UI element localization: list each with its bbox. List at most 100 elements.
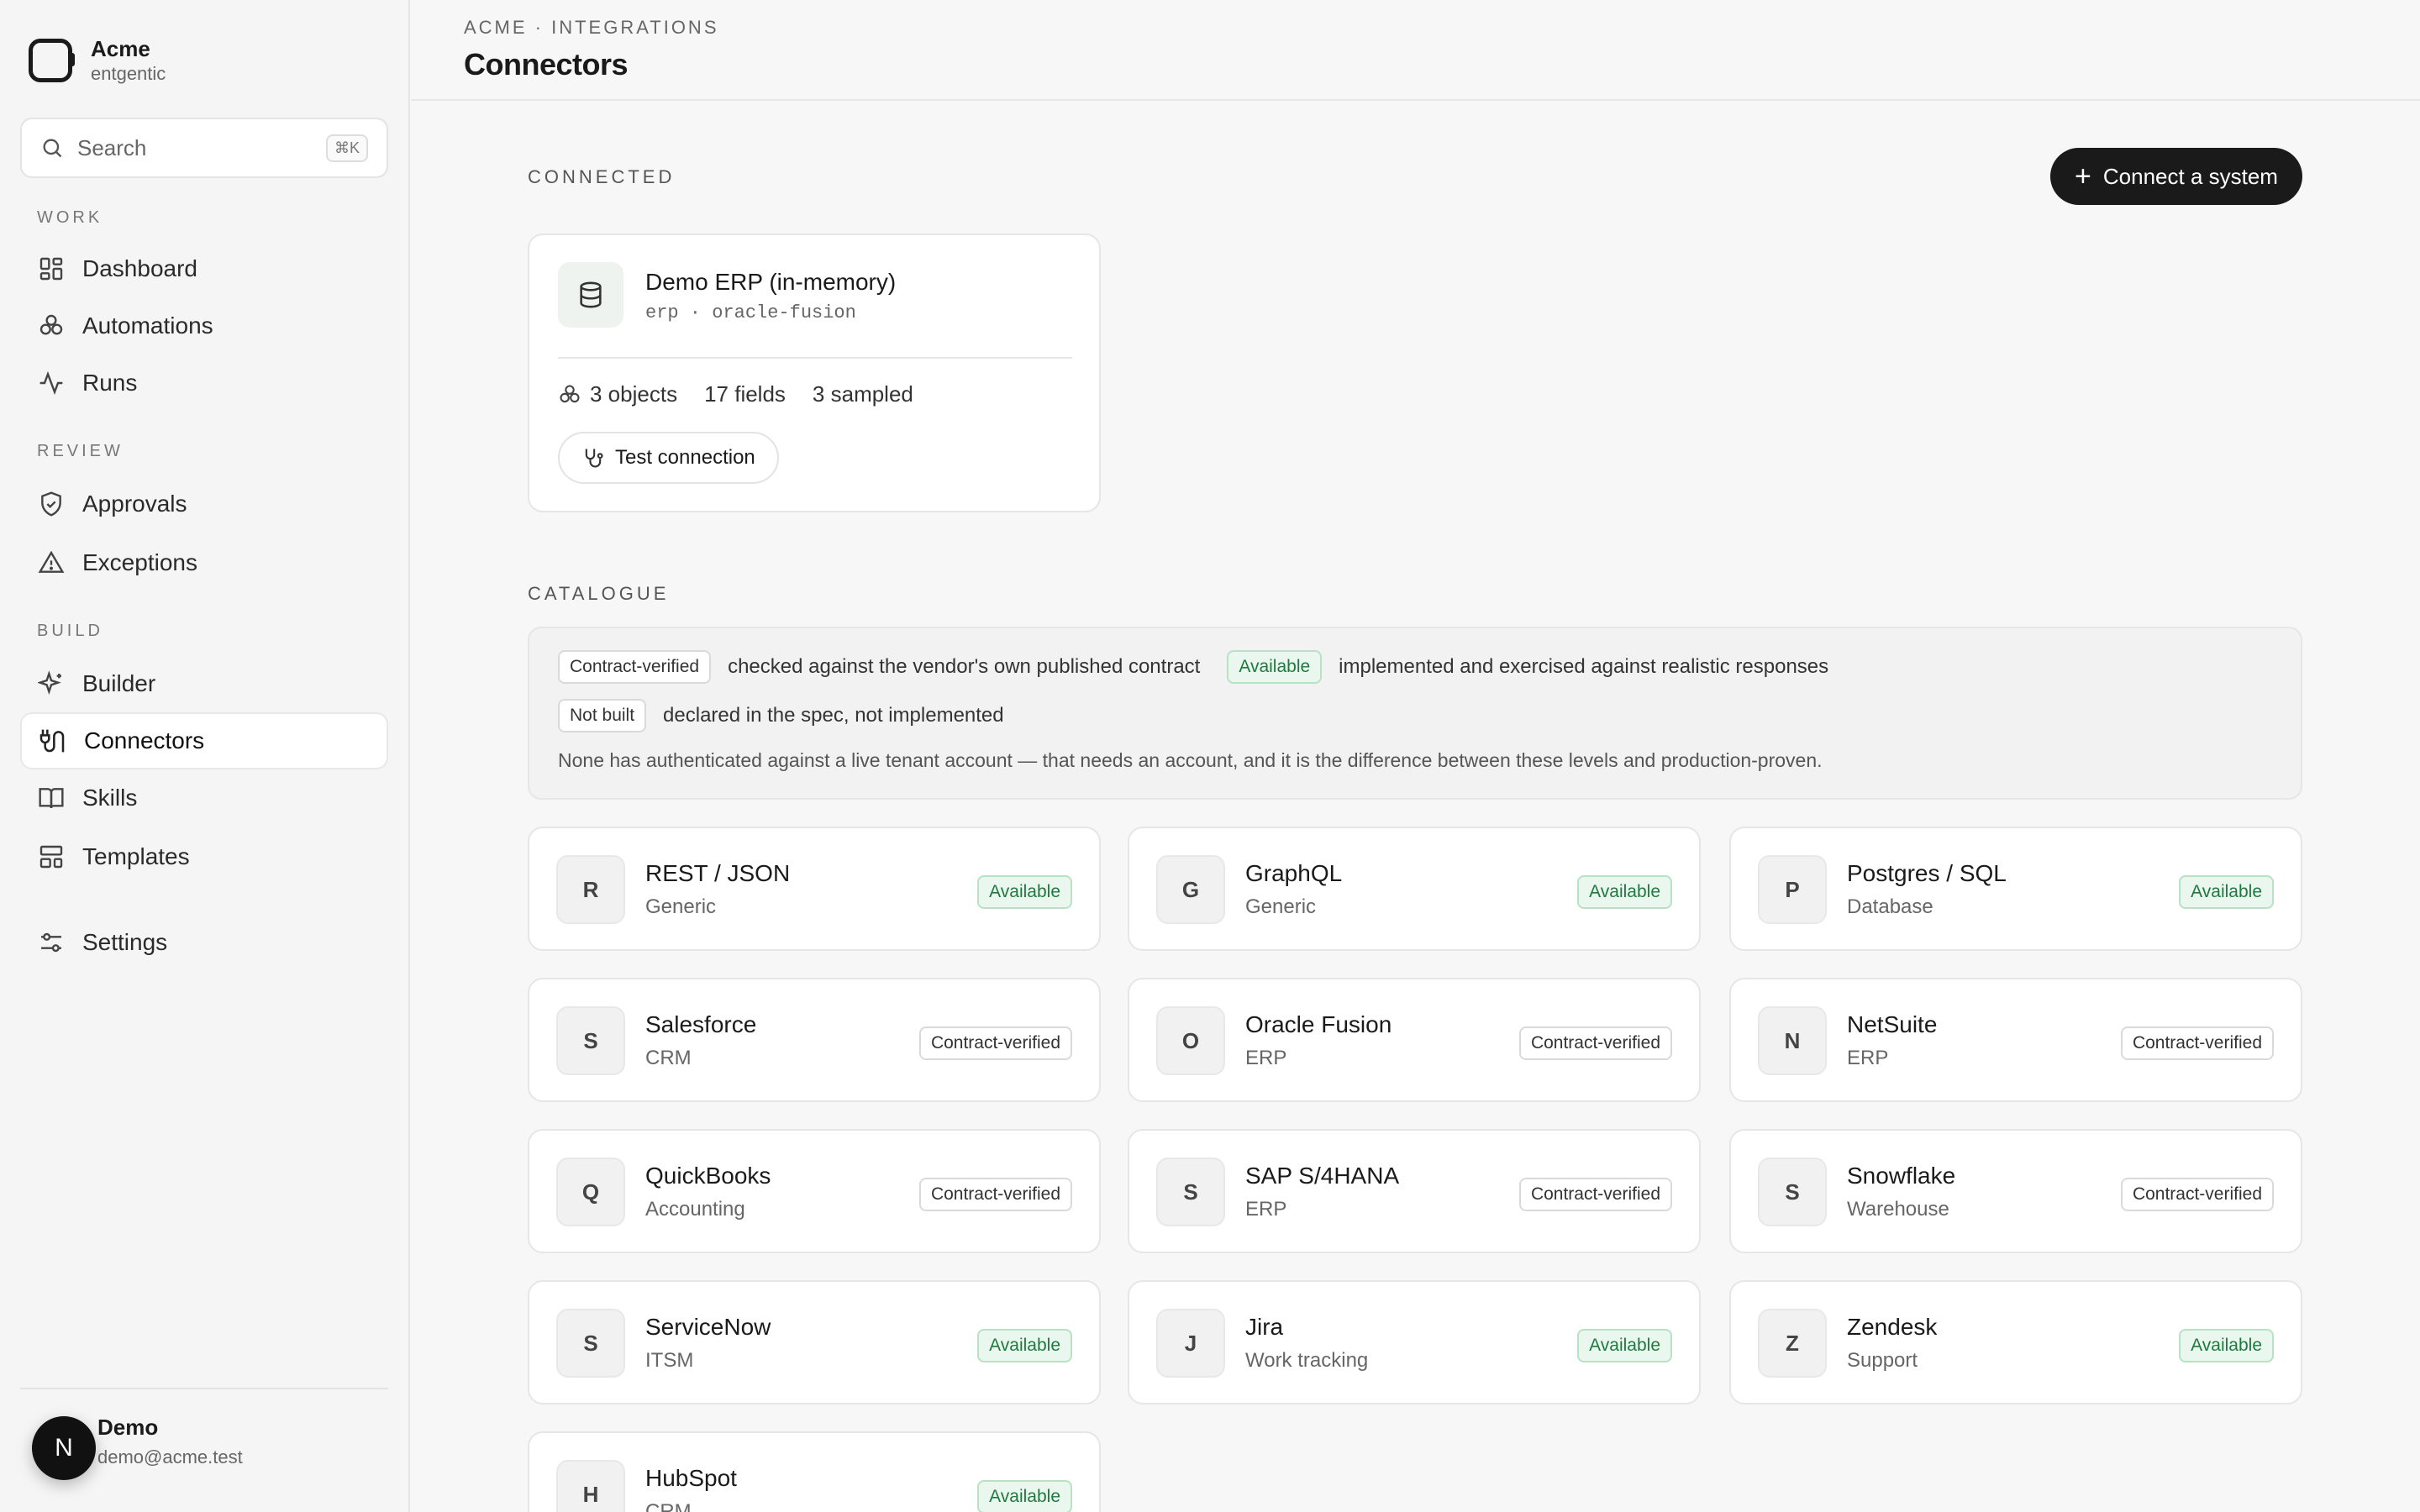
test-connection-button[interactable]: Test connection [558, 432, 779, 484]
connection-title: Demo ERP (in-memory) [645, 269, 897, 295]
status-badge: Available [2179, 1329, 2274, 1362]
sidebar-item-label: Builder [82, 670, 156, 696]
plug-icon [39, 727, 67, 755]
connector-initial: O [1156, 1006, 1225, 1075]
connector-card[interactable]: R REST / JSON Generic Available [528, 827, 1101, 951]
connector-card[interactable]: S Snowflake Warehouse Contract-verified [1729, 1129, 2302, 1253]
sidebar-item-skills[interactable]: Skills [20, 769, 388, 827]
section-label-work: WORK [37, 208, 103, 227]
connect-system-button[interactable]: + Connect a system [2050, 148, 2302, 205]
connector-category: ERP [1245, 1198, 1287, 1221]
connector-category: Generic [1245, 895, 1317, 918]
connector-initial: S [556, 1006, 625, 1075]
status-badge: Contract-verified [918, 1026, 1072, 1060]
connector-card[interactable]: G GraphQL Generic Available [1128, 827, 1701, 951]
connector-initial: H [556, 1460, 625, 1512]
connected-card[interactable]: Demo ERP (in-memory) erp · oracle-fusion… [528, 234, 1101, 512]
brand-name: Acme [91, 36, 150, 61]
connector-category: Accounting [645, 1198, 745, 1221]
status-badge: Contract-verified [1518, 1026, 1672, 1060]
not-built-badge: Not built [558, 699, 647, 732]
sidebar-item-approvals[interactable]: Approvals [20, 475, 388, 533]
connector-initial: S [556, 1309, 625, 1378]
available-badge: Available [1227, 650, 1323, 684]
connector-card[interactable]: N NetSuite ERP Contract-verified [1729, 978, 2302, 1102]
stat-objects: 3 objects [590, 381, 678, 407]
search-input[interactable]: Search ⌘K [20, 118, 388, 178]
sidebar-item-settings[interactable]: Settings [20, 914, 388, 971]
boxes-icon [37, 312, 66, 340]
divider [558, 357, 1072, 359]
sidebar-item-label: Connectors [84, 727, 205, 753]
sidebar-item-exceptions[interactable]: Exceptions [20, 534, 388, 591]
avatar[interactable]: N [32, 1416, 96, 1480]
section-label-catalogue: CATALOGUE [528, 583, 670, 604]
sidebar-item-dashboard[interactable]: Dashboard [20, 240, 388, 297]
sidebar-item-connectors[interactable]: Connectors [20, 712, 388, 769]
contract-verified-desc: checked against the vendor's own publish… [728, 655, 1201, 678]
connector-name: Postgres / SQL [1847, 860, 2007, 886]
connector-card[interactable]: H HubSpot CRM Available [528, 1431, 1101, 1512]
connector-name: SAP S/4HANA [1245, 1163, 1400, 1189]
status-badge: Contract-verified [2120, 1178, 2274, 1211]
connector-initial: J [1156, 1309, 1225, 1378]
legend-row: Contract-verified checked against the ve… [558, 650, 1855, 684]
sidebar-item-label: Approvals [82, 491, 187, 517]
connector-category: ITSM [645, 1349, 694, 1372]
connector-card[interactable]: J Jira Work tracking Available [1128, 1280, 1701, 1404]
connector-card[interactable]: Q QuickBooks Accounting Contract-verified [528, 1129, 1101, 1253]
status-badge: Contract-verified [918, 1178, 1072, 1211]
connector-name: REST / JSON [645, 860, 791, 886]
available-desc: implemented and exercised against realis… [1339, 655, 1829, 678]
connector-initial: Z [1758, 1309, 1827, 1378]
search-icon [43, 139, 62, 158]
connector-card[interactable]: P Postgres / SQL Database Available [1729, 827, 2302, 951]
connector-card[interactable]: S Salesforce CRM Contract-verified [528, 978, 1101, 1102]
connector-category: Warehouse [1847, 1198, 1949, 1221]
connector-initial: N [1758, 1006, 1827, 1075]
brand-subtitle: entgentic [91, 63, 166, 84]
section-label-connected: CONNECTED [528, 166, 676, 187]
sparkles-icon [37, 669, 66, 698]
connect-system-label: Connect a system [2102, 163, 2278, 189]
status-badge: Available [977, 875, 1072, 909]
page-title: Connectors [464, 47, 629, 81]
page-header: ACME · INTEGRATIONS Connectors [412, 0, 2420, 101]
connector-category: Generic [645, 895, 717, 918]
connector-card[interactable]: S ServiceNow ITSM Available [528, 1280, 1101, 1404]
book-icon [37, 784, 66, 812]
connector-name: ServiceNow [645, 1314, 771, 1340]
stat-sampled: 3 sampled [812, 381, 913, 407]
sidebar-item-runs[interactable]: Runs [20, 354, 388, 412]
connector-card[interactable]: S SAP S/4HANA ERP Contract-verified [1128, 1129, 1701, 1253]
connector-category: CRM [645, 1500, 692, 1512]
connector-name: Zendesk [1847, 1314, 1938, 1340]
connector-initial: G [1156, 855, 1225, 924]
stethoscope-icon [585, 449, 603, 468]
connector-name: HubSpot [645, 1465, 737, 1491]
legend-row: Not built declared in the spec, not impl… [558, 699, 1031, 732]
divider [20, 1388, 388, 1389]
connector-name: Snowflake [1847, 1163, 1956, 1189]
sidebar-item-automations[interactable]: Automations [20, 297, 388, 354]
boxes-icon [558, 383, 581, 407]
connector-card[interactable]: Z Zendesk Support Available [1729, 1280, 2302, 1404]
status-badge: Available [977, 1480, 1072, 1512]
section-label-review: REVIEW [37, 442, 124, 460]
section-label-build: BUILD [37, 622, 103, 640]
layout-icon [37, 843, 66, 871]
connector-name: Jira [1245, 1314, 1284, 1340]
brand[interactable]: Acme entgentic [29, 35, 166, 86]
connector-category: Database [1847, 895, 1933, 918]
search-shortcut: ⌘K [325, 134, 368, 162]
acme-logo-icon [29, 39, 75, 82]
shield-check-icon [37, 490, 66, 518]
connector-card[interactable]: O Oracle Fusion ERP Contract-verified [1128, 978, 1701, 1102]
status-badge: Available [1577, 875, 1672, 909]
status-badge: Available [1577, 1329, 1672, 1362]
connector-initial: P [1758, 855, 1827, 924]
breadcrumb: ACME · INTEGRATIONS [464, 17, 719, 38]
sidebar-item-templates[interactable]: Templates [20, 828, 388, 885]
sidebar-item-builder[interactable]: Builder [20, 655, 388, 712]
sidebar-item-label: Dashboard [82, 255, 197, 281]
